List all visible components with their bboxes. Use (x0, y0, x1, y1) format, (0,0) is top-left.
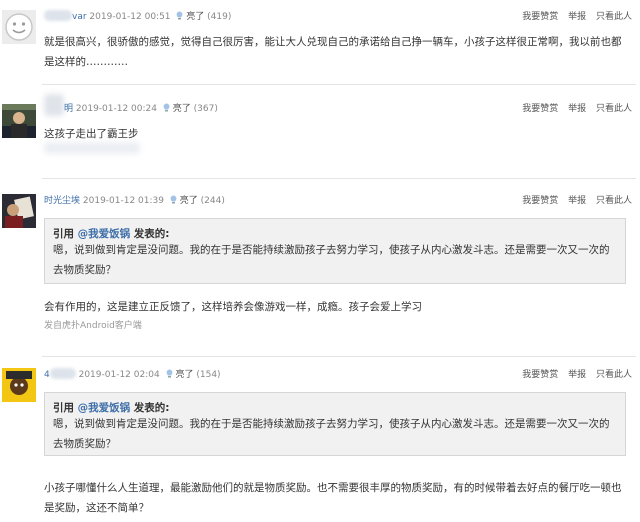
avatar[interactable] (2, 194, 36, 228)
light-count: (244) (200, 196, 225, 206)
quote-prefix: 引用 (53, 228, 78, 240)
light-label[interactable]: 亮了 (180, 196, 198, 206)
username-blur (44, 94, 64, 116)
light-label[interactable]: 亮了 (173, 104, 191, 114)
signature-blur (44, 142, 140, 154)
quote-ref-user[interactable]: @我爱饭锅 (78, 402, 131, 414)
report-button[interactable]: 举报 (568, 370, 586, 380)
post-time: 2019-01-12 02:04 (78, 370, 160, 380)
post-actions: 我要赞赏 举报 只看此人 (515, 9, 632, 22)
username-blur (49, 368, 76, 379)
post-actions: 我要赞赏 举报 只看此人 (515, 193, 632, 206)
post-time: 2019-01-12 01:39 (82, 196, 164, 206)
reward-button[interactable]: 我要赞赏 (522, 196, 558, 206)
quote-text: 嗯，说到做到肯定是没问题。我的在于是否能持续激励孩子去努力学习，使孩子从内心激发… (53, 244, 610, 276)
post-meta: var 2019-01-12 00:51 亮了 (419) (44, 9, 231, 22)
quote-text: 嗯，说到做到肯定是没问题。我的在于是否能持续激励孩子去努力学习，使孩子从内心激发… (53, 418, 610, 450)
avatar[interactable] (2, 368, 36, 402)
light-icon[interactable] (176, 11, 183, 20)
post-body: 会有作用的，这是建立正反馈了，这样培养会像游戏一样，成瘾。孩子会爱上学习 (44, 301, 422, 313)
post-body: 这孩子走出了霸王步 (44, 128, 139, 140)
light-icon[interactable] (163, 103, 170, 112)
post-body: 就是很高兴，很骄傲的感觉，觉得自己很厉害，能让大人兑现自己的承诺给自己挣一辆车，… (44, 36, 622, 68)
light-count: (367) (193, 104, 218, 114)
only-this-user-button[interactable]: 只看此人 (596, 370, 632, 380)
divider (42, 356, 636, 357)
post-actions: 我要赞赏 举报 只看此人 (515, 101, 632, 114)
reward-button[interactable]: 我要赞赏 (522, 104, 558, 114)
avatar[interactable] (2, 104, 36, 138)
quote-ref-user[interactable]: @我爱饭锅 (78, 228, 131, 240)
divider (42, 178, 636, 179)
quote-prefix: 引用 (53, 402, 78, 414)
quote-suffix: 发表的: (130, 402, 170, 414)
divider (42, 84, 636, 85)
report-button[interactable]: 举报 (568, 12, 586, 22)
light-label[interactable]: 亮了 (186, 12, 204, 22)
reward-button[interactable]: 我要赞赏 (522, 370, 558, 380)
report-button[interactable]: 举报 (568, 196, 586, 206)
light-icon[interactable] (166, 369, 173, 378)
quote-block: 引用 @我爱饭锅 发表的: 嗯，说到做到肯定是没问题。我的在于是否能持续激励孩子… (44, 392, 626, 456)
light-icon[interactable] (170, 195, 177, 204)
post-meta: 明 2019-01-12 00:24 亮了 (367) (64, 101, 218, 114)
username-blur (44, 10, 72, 21)
username[interactable]: var (72, 12, 87, 22)
light-label[interactable]: 亮了 (175, 370, 193, 380)
username[interactable]: 明 (64, 104, 73, 114)
post-time: 2019-01-12 00:24 (75, 104, 157, 114)
quote-block: 引用 @我爱饭锅 发表的: 嗯，说到做到肯定是没问题。我的在于是否能持续激励孩子… (44, 218, 626, 284)
only-this-user-button[interactable]: 只看此人 (596, 104, 632, 114)
only-this-user-button[interactable]: 只看此人 (596, 12, 632, 22)
reward-button[interactable]: 我要赞赏 (522, 12, 558, 22)
post-meta: 4 2019-01-12 02:04 亮了 (154) (44, 367, 221, 380)
post-time: 2019-01-12 00:51 (89, 12, 171, 22)
light-count: (154) (196, 370, 221, 380)
quote-suffix: 发表的: (130, 228, 170, 240)
post-meta: 时光尘埃 2019-01-12 01:39 亮了 (244) (44, 193, 225, 206)
post-actions: 我要赞赏 举报 只看此人 (515, 367, 632, 380)
username[interactable]: 4 (44, 370, 50, 380)
report-button[interactable]: 举报 (568, 104, 586, 114)
light-count: (419) (207, 12, 232, 22)
username[interactable]: 时光尘埃 (44, 196, 80, 206)
client-tag: 发自虎扑Android客户端 (44, 321, 142, 331)
only-this-user-button[interactable]: 只看此人 (596, 196, 632, 206)
post-body: 小孩子哪懂什么人生道理，最能激励他们的就是物质奖励。也不需要很丰厚的物质奖励，有… (44, 482, 622, 514)
avatar[interactable] (2, 10, 36, 44)
